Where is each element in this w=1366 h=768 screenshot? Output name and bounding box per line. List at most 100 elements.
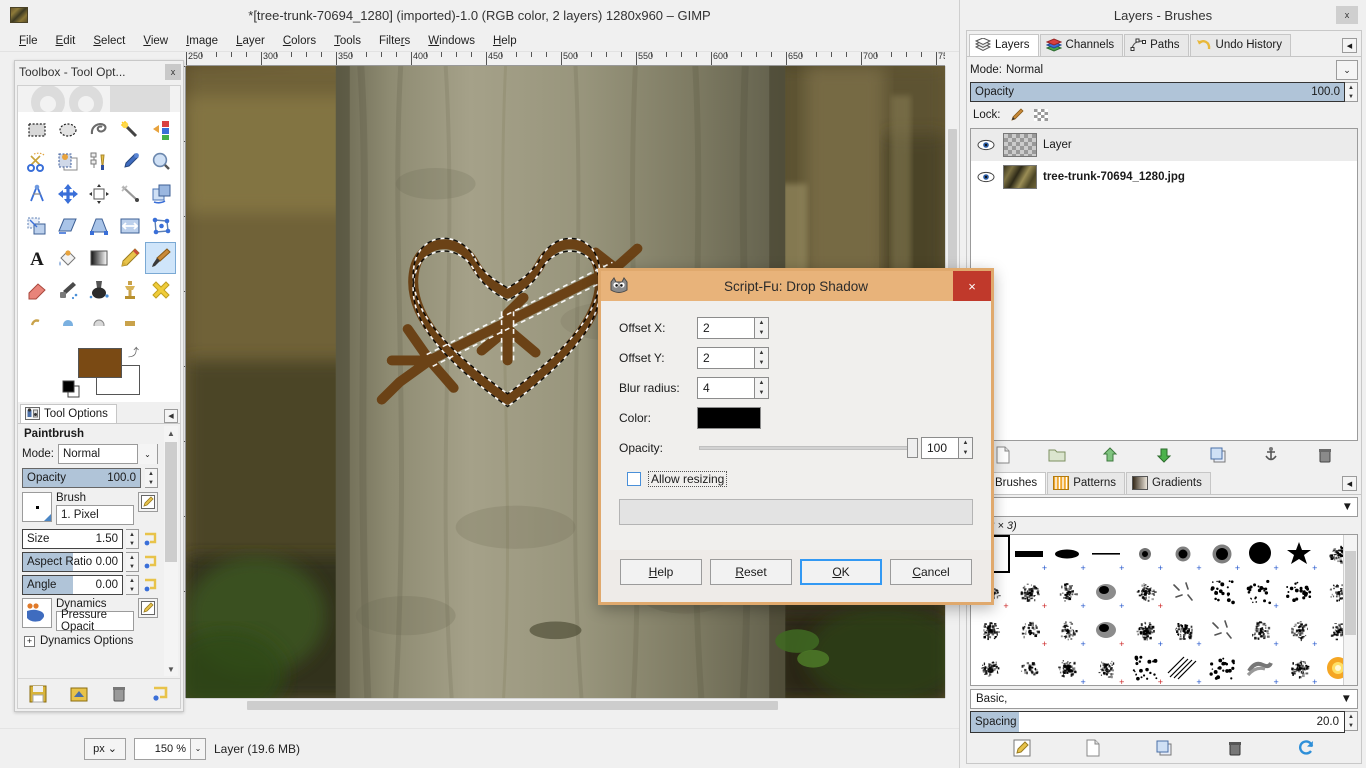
ink-tool[interactable] — [84, 274, 115, 306]
brush-spacing-stepper[interactable]: ▲▼ — [1345, 711, 1358, 731]
layer-visibility-toggle[interactable] — [975, 171, 997, 183]
eraser-tool[interactable] — [22, 274, 53, 306]
list-item[interactable]: + — [1087, 535, 1126, 573]
list-item[interactable]: + — [1280, 611, 1319, 649]
list-item[interactable] — [1203, 649, 1242, 686]
brush-filter-field[interactable]: ▼ — [970, 497, 1358, 517]
clone-tool[interactable] — [114, 274, 145, 306]
move-tool[interactable] — [53, 178, 84, 210]
list-item[interactable]: + — [1048, 535, 1087, 573]
bucket-fill-tool[interactable] — [53, 242, 84, 274]
list-item[interactable]: + — [1048, 649, 1087, 686]
shadow-color-swatch[interactable] — [697, 407, 761, 429]
reset-aspect-icon[interactable] — [142, 554, 158, 570]
delete-brush-icon[interactable] — [1226, 739, 1244, 757]
list-item[interactable]: + — [1203, 535, 1242, 573]
layer-opacity-slider[interactable]: Opacity 100.0 — [970, 82, 1345, 102]
dodge-burn-tool[interactable] — [84, 306, 115, 338]
opacity-input[interactable]: 100 — [921, 437, 959, 459]
list-item[interactable]: + — [1087, 649, 1126, 686]
refresh-brushes-icon[interactable] — [1297, 739, 1315, 757]
foreground-color-swatch[interactable] — [78, 348, 122, 378]
list-item[interactable]: + — [1241, 573, 1280, 611]
list-item[interactable]: + — [1048, 611, 1087, 649]
reset-button[interactable]: Reset — [710, 559, 792, 585]
dynamics-preview[interactable] — [22, 598, 52, 628]
duplicate-brush-icon[interactable] — [1155, 739, 1173, 757]
wilber-drop-area[interactable] — [18, 86, 180, 112]
smudge-tool[interactable] — [22, 306, 53, 338]
foreground-select-tool[interactable] — [53, 146, 84, 178]
ellipse-select-tool[interactable] — [53, 114, 84, 146]
menu-layer[interactable]: Layer — [227, 33, 274, 49]
brush-size-stepper[interactable]: ▲▼ — [126, 529, 139, 549]
offset-x-stepper[interactable]: ▲▼ — [755, 317, 769, 339]
list-item[interactable]: + — [1087, 573, 1126, 611]
slider-handle[interactable] — [907, 438, 918, 458]
menu-filters[interactable]: Filters — [370, 33, 419, 49]
brush-spacing-slider[interactable]: Spacing 20.0 — [970, 711, 1345, 733]
scrollbar-thumb[interactable] — [165, 442, 177, 562]
lower-layer-icon[interactable] — [1155, 446, 1173, 464]
zoom-tool[interactable] — [145, 146, 176, 178]
list-item[interactable]: + — [1164, 535, 1203, 573]
list-item[interactable] — [971, 649, 1010, 686]
offset-y-stepper[interactable]: ▲▼ — [755, 347, 769, 369]
list-item[interactable] — [1280, 573, 1319, 611]
perspective-tool[interactable] — [84, 210, 115, 242]
allow-resizing-row[interactable]: Allow resizing — [627, 471, 973, 487]
dynamics-name-field[interactable]: Pressure Opacit — [56, 611, 134, 631]
menu-file[interactable]: File — [10, 33, 47, 49]
list-item[interactable]: + — [1125, 611, 1164, 649]
list-item[interactable]: + — [1125, 649, 1164, 686]
brushes-tab-menu-button[interactable]: ◀ — [1342, 476, 1357, 491]
canvas-horizontal-scrollbar[interactable] — [186, 698, 945, 712]
table-row[interactable]: tree-trunk-70694_1280.jpg — [971, 161, 1357, 193]
brush-angle-slider[interactable]: Angle 0.00 — [22, 575, 123, 595]
brush-aspect-stepper[interactable]: ▲▼ — [126, 552, 139, 572]
edit-brush-button[interactable] — [138, 492, 158, 512]
zoom-image-button[interactable] — [945, 698, 959, 712]
list-item[interactable]: + — [1241, 535, 1280, 573]
free-select-tool[interactable] — [84, 114, 115, 146]
alignment-tool[interactable] — [84, 178, 115, 210]
brush-grid-scrollbar[interactable] — [1343, 535, 1357, 685]
zoom-dropdown-button[interactable]: ⌄ — [190, 738, 206, 760]
anchor-layer-icon[interactable] — [1262, 446, 1280, 464]
layer-opacity-stepper[interactable]: ▲▼ — [1345, 82, 1358, 102]
blur-sharpen-tool[interactable] — [53, 306, 84, 338]
menu-colors[interactable]: Colors — [274, 33, 325, 49]
paint-opacity-stepper[interactable]: ▲▼ — [145, 468, 158, 488]
perspective-clone-tool[interactable] — [114, 306, 145, 338]
list-item[interactable] — [971, 611, 1010, 649]
pencil-tool[interactable] — [114, 242, 145, 274]
table-row[interactable]: Layer — [971, 129, 1357, 161]
lock-alpha-icon[interactable] — [1033, 107, 1049, 123]
fuzzy-select-tool[interactable] — [114, 114, 145, 146]
list-item[interactable] — [1203, 573, 1242, 611]
menu-help[interactable]: Help — [484, 33, 526, 49]
brush-angle-stepper[interactable]: ▲▼ — [126, 575, 139, 595]
tool-options-scrollbar[interactable]: ▲ ▼ — [164, 426, 178, 676]
allow-resizing-checkbox[interactable] — [627, 472, 641, 486]
edit-dynamics-button[interactable] — [138, 598, 158, 618]
dialog-close-button[interactable]: × — [953, 271, 991, 301]
dynamics-options-expander[interactable]: + Dynamics Options — [24, 635, 178, 647]
reset-size-icon[interactable] — [142, 531, 158, 547]
save-tool-preset-icon[interactable] — [29, 685, 47, 703]
blur-radius-input[interactable]: 4 — [697, 377, 755, 399]
layers-tab-menu-button[interactable]: ◀ — [1342, 38, 1357, 53]
menu-select[interactable]: Select — [84, 33, 134, 49]
list-item[interactable]: + — [1048, 573, 1087, 611]
list-item[interactable] — [1203, 611, 1242, 649]
layers-list[interactable]: Layer tree-trunk-70694_1280.jpg — [970, 128, 1358, 441]
ok-button[interactable]: OK — [800, 559, 882, 585]
list-item[interactable]: + — [1125, 573, 1164, 611]
gradient-tool[interactable] — [84, 242, 115, 274]
blur-radius-stepper[interactable]: ▲▼ — [755, 377, 769, 399]
layer-visibility-toggle[interactable] — [975, 139, 997, 151]
list-item[interactable]: + — [1010, 535, 1049, 573]
text-tool[interactable]: A — [22, 242, 53, 274]
flip-tool[interactable] — [114, 210, 145, 242]
lock-pixels-icon[interactable] — [1009, 107, 1025, 123]
